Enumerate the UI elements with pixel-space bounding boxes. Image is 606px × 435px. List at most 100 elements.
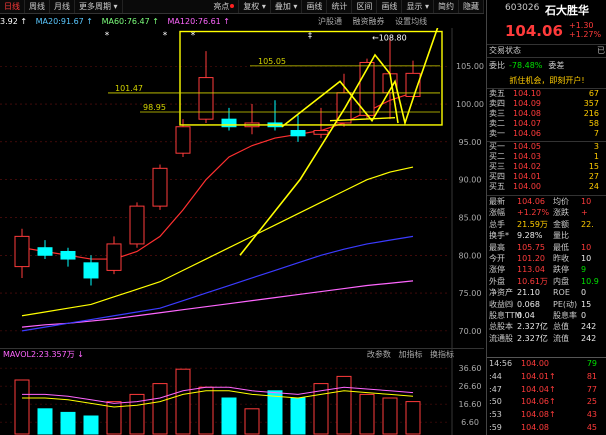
bid-volume: 15	[588, 162, 599, 171]
tab-monthly[interactable]: 月线	[50, 0, 75, 13]
candle-body	[198, 77, 214, 120]
simple-button[interactable]: 简约	[434, 0, 459, 13]
stat-label: 总手	[489, 219, 505, 229]
stat-value: 0.04	[517, 310, 535, 320]
ask-label: 卖二	[489, 119, 505, 128]
bid-label: 买二	[489, 152, 505, 161]
stats-button[interactable]: 统计	[327, 0, 353, 13]
hide-button[interactable]: 隐藏	[459, 0, 484, 13]
highlight-button[interactable]: 亮点	[209, 0, 240, 13]
hk-connect-tab[interactable]: 沪股通	[318, 17, 342, 26]
stock-code: 603026	[505, 3, 540, 13]
stat-row: 外盘 10.61万 内盘 10.9	[487, 276, 606, 287]
ask-volume: 357	[583, 99, 599, 108]
stat-label: 量比	[553, 231, 569, 241]
order-ratio: 委比 -78.48% 委差	[489, 60, 605, 72]
ma20-line	[21, 166, 414, 317]
stat-value: 21.59万	[517, 219, 548, 229]
tick-price: 104.08	[521, 422, 549, 432]
stat-value: 104.06	[517, 197, 545, 206]
tick-row: :47 104.04↑ 77	[487, 384, 606, 397]
change-percent: +1.27%	[569, 30, 602, 39]
price-tick-label: 105.00	[456, 62, 484, 71]
tick-volume: 45	[586, 422, 597, 432]
more-periods-label: 更多周期	[79, 2, 111, 11]
stat-label: 最新	[489, 197, 505, 206]
tick-time: 14:56	[489, 359, 513, 368]
price-tick-label: 80.00	[459, 251, 482, 260]
ma20-value: MA20:91.67 ↑	[35, 17, 94, 26]
ask-row[interactable]: 卖四 104.09 357	[487, 99, 606, 109]
tab-weekly[interactable]: 周线	[25, 0, 50, 13]
kline-chart[interactable]: 105.05 101.47 98.95 ←108.80 * * * ‡ 105.00 100.0…	[0, 28, 486, 435]
ask-row[interactable]: 卖三 104.08 216	[487, 109, 606, 119]
draw-line-button-2[interactable]: 画线	[377, 0, 403, 13]
display-button[interactable]: 显示 ▾	[402, 0, 434, 13]
ma60-line	[21, 235, 414, 332]
ma-short-value: 3.92 ↑	[0, 17, 28, 26]
candle-body	[313, 130, 329, 135]
margin-trading-tab[interactable]: 融资融券	[353, 17, 385, 26]
bid-row[interactable]: 买二 104.03 1	[487, 152, 606, 162]
bid-price: 104.02	[513, 162, 541, 171]
stat-row: 换手* 9.28% 量比	[487, 230, 606, 241]
ma-settings-tab[interactable]: 设置均线	[395, 17, 427, 26]
ask-price: 104.08	[513, 109, 541, 118]
bid-row[interactable]: 买一 104.05 3	[487, 142, 606, 152]
tab-daily[interactable]: 日线	[0, 0, 25, 13]
stat-label: 最低	[553, 242, 569, 252]
mavol-line	[22, 390, 414, 408]
stat-value: 9.28%	[517, 231, 543, 241]
candle-body	[60, 250, 76, 260]
stat-value: 0.068	[517, 299, 540, 309]
stat-row: 股息TTM 0.04 股息率 0	[487, 310, 606, 321]
ref-101-label: 101.47	[115, 84, 143, 93]
more-periods-button[interactable]: 更多周期 ▾	[75, 0, 123, 13]
ref-105-label: 105.05	[258, 57, 286, 66]
price-axis: 105.00 100.00 95.00 90.00 85.00 80.00 75.00 70.…	[451, 28, 484, 435]
draw-line-button[interactable]: 画线	[302, 0, 328, 13]
add-indicator-button[interactable]: 加指标	[398, 350, 422, 359]
ask-row[interactable]: 卖五 104.10 67	[487, 89, 606, 99]
bid-row[interactable]: 买四 104.01 27	[487, 172, 606, 182]
candle-body	[14, 235, 30, 268]
ask-row[interactable]: 卖一 104.06 7	[487, 129, 606, 139]
price-tick-label: 85.00	[459, 213, 482, 222]
tick-time: :50	[489, 397, 502, 407]
stat-value: 0	[581, 310, 587, 320]
switch-indicator-button[interactable]: 换指标	[430, 350, 454, 359]
ma60-value: MA60:76.47 ↑	[101, 17, 159, 26]
ask-row[interactable]: 卖二 104.07 58	[487, 119, 606, 129]
stat-row: 总股本 2.327亿 总值 242	[487, 321, 606, 332]
bid-row[interactable]: 买五 104.00 24	[487, 182, 606, 192]
bid-row[interactable]: 买三 104.02 15	[487, 162, 606, 172]
tick-price: 104.01↑	[521, 371, 556, 381]
stat-row: 涨幅 +1.27% 涨跌 +	[487, 207, 606, 218]
stat-row: 总手 21.59万 金额 22.	[487, 219, 606, 230]
tick-time: :44	[489, 371, 502, 381]
stat-value: 101.20	[517, 253, 545, 263]
stat-value: 2.327亿	[517, 322, 548, 332]
volume-bar	[244, 408, 260, 435]
rights-adjust-button[interactable]: 复权 ▾	[239, 0, 271, 13]
stat-label: ROE	[553, 288, 570, 298]
stat-value: 9	[581, 265, 587, 275]
volume-bar	[405, 401, 421, 435]
bid-label: 买五	[489, 182, 505, 191]
bid-price: 104.00	[513, 182, 541, 191]
tick-price: 104.08↑	[521, 410, 556, 420]
volume-bar	[37, 408, 53, 435]
edit-params-button[interactable]: 改参数	[367, 350, 391, 359]
stat-label: 今开	[489, 253, 505, 263]
tick-list: 14:56 104.00 79 :44 104.01↑ 81 :47 104.04↑ 77 …	[487, 357, 606, 435]
overlay-button[interactable]: 叠加 ▾	[271, 0, 303, 13]
volume-bar	[221, 397, 237, 435]
range-button[interactable]: 区间	[352, 0, 378, 13]
candle-body	[37, 247, 53, 256]
tick-time: :53	[489, 410, 502, 420]
stat-value: 10	[581, 242, 592, 252]
bid-book: 买一 104.05 3 买二 104.03 1 买三 104.02 15 买四 104.01 2…	[487, 141, 606, 192]
open-account-banner[interactable]: 抓住机会，即刻开户!	[489, 75, 605, 87]
tick-row: 14:56 104.00 79	[487, 358, 606, 371]
stat-label: 涨跌	[553, 208, 569, 218]
